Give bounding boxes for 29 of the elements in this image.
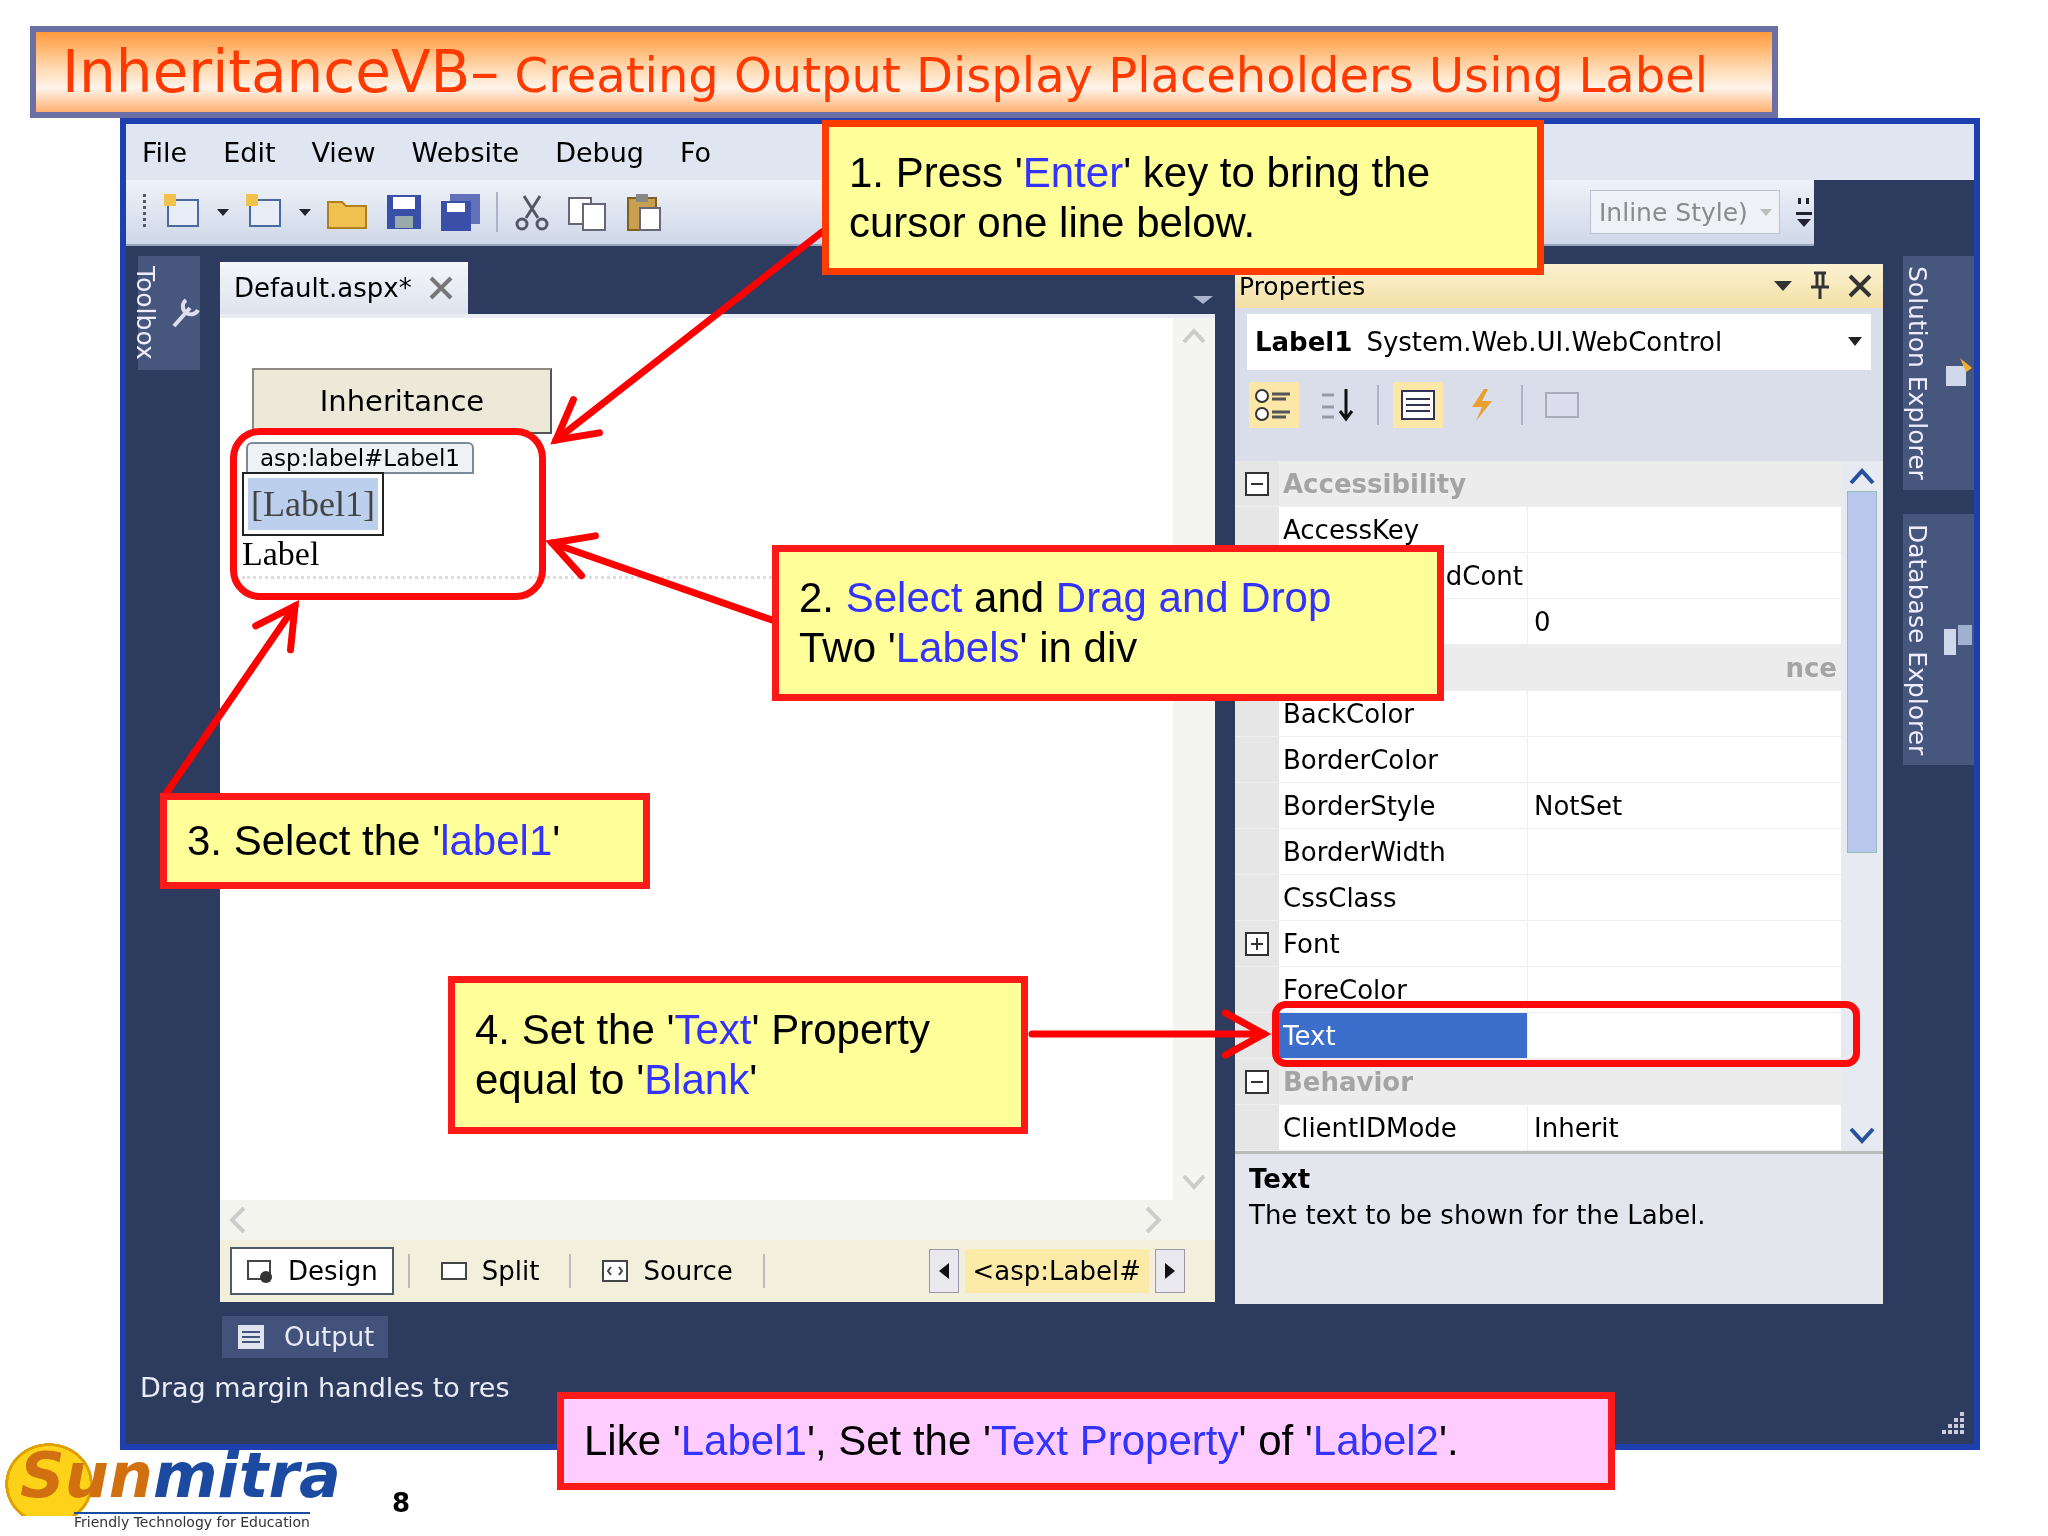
property-value: NotSet (1534, 790, 1623, 821)
page-number: 8 (392, 1488, 411, 1518)
property-value: 0 (1534, 606, 1551, 637)
status-text: Drag margin handles to res (139, 1372, 511, 1403)
callout-tooltip: 4. Set the 'Text' Property equal to 'Blank' (448, 976, 1028, 1134)
property-name: AccessKey (1283, 514, 1420, 545)
property-name: dCont (1445, 560, 1523, 591)
property-name: Font (1283, 928, 1340, 959)
category-name: Behavior (1283, 1066, 1414, 1097)
category-name: nce (1785, 652, 1837, 683)
property-name: ForeColor (1283, 974, 1407, 1005)
logo-tagline: Friendly Technology for Education (74, 1512, 310, 1530)
property-name: BackColor (1283, 698, 1414, 729)
property-name: ClientIDMode (1283, 1112, 1457, 1143)
property-name: BorderWidth (1283, 836, 1446, 867)
description-title: Text (1249, 1164, 1312, 1194)
property-name: CssClass (1283, 882, 1397, 913)
category-name: Accessibility (1283, 468, 1467, 499)
element-tag: asp:label#Label1 (246, 442, 474, 474)
slide-title: InheritanceVB– Creating Output Display Placeholders Using Label (62, 38, 1709, 108)
callout-tooltip: 2. Select and Drag and Drop Two 'Labels' in div (772, 545, 1444, 701)
callout-tooltip: 1. Press 'Enter' key to bring the cursor one line below. (822, 120, 1544, 275)
property-name: BorderStyle (1283, 790, 1436, 821)
description-text: The text to be shown for the Label. (1249, 1200, 1706, 1230)
callout-tooltip: Like 'Label1', Set the 'Text Property' of 'Label2'. (557, 1392, 1615, 1490)
property-name: Text (1283, 1020, 1336, 1051)
property-value: Inherit (1534, 1112, 1619, 1143)
callout-tooltip: 3. Select the 'label1' (160, 793, 650, 889)
property-name: BorderColor (1283, 744, 1439, 775)
